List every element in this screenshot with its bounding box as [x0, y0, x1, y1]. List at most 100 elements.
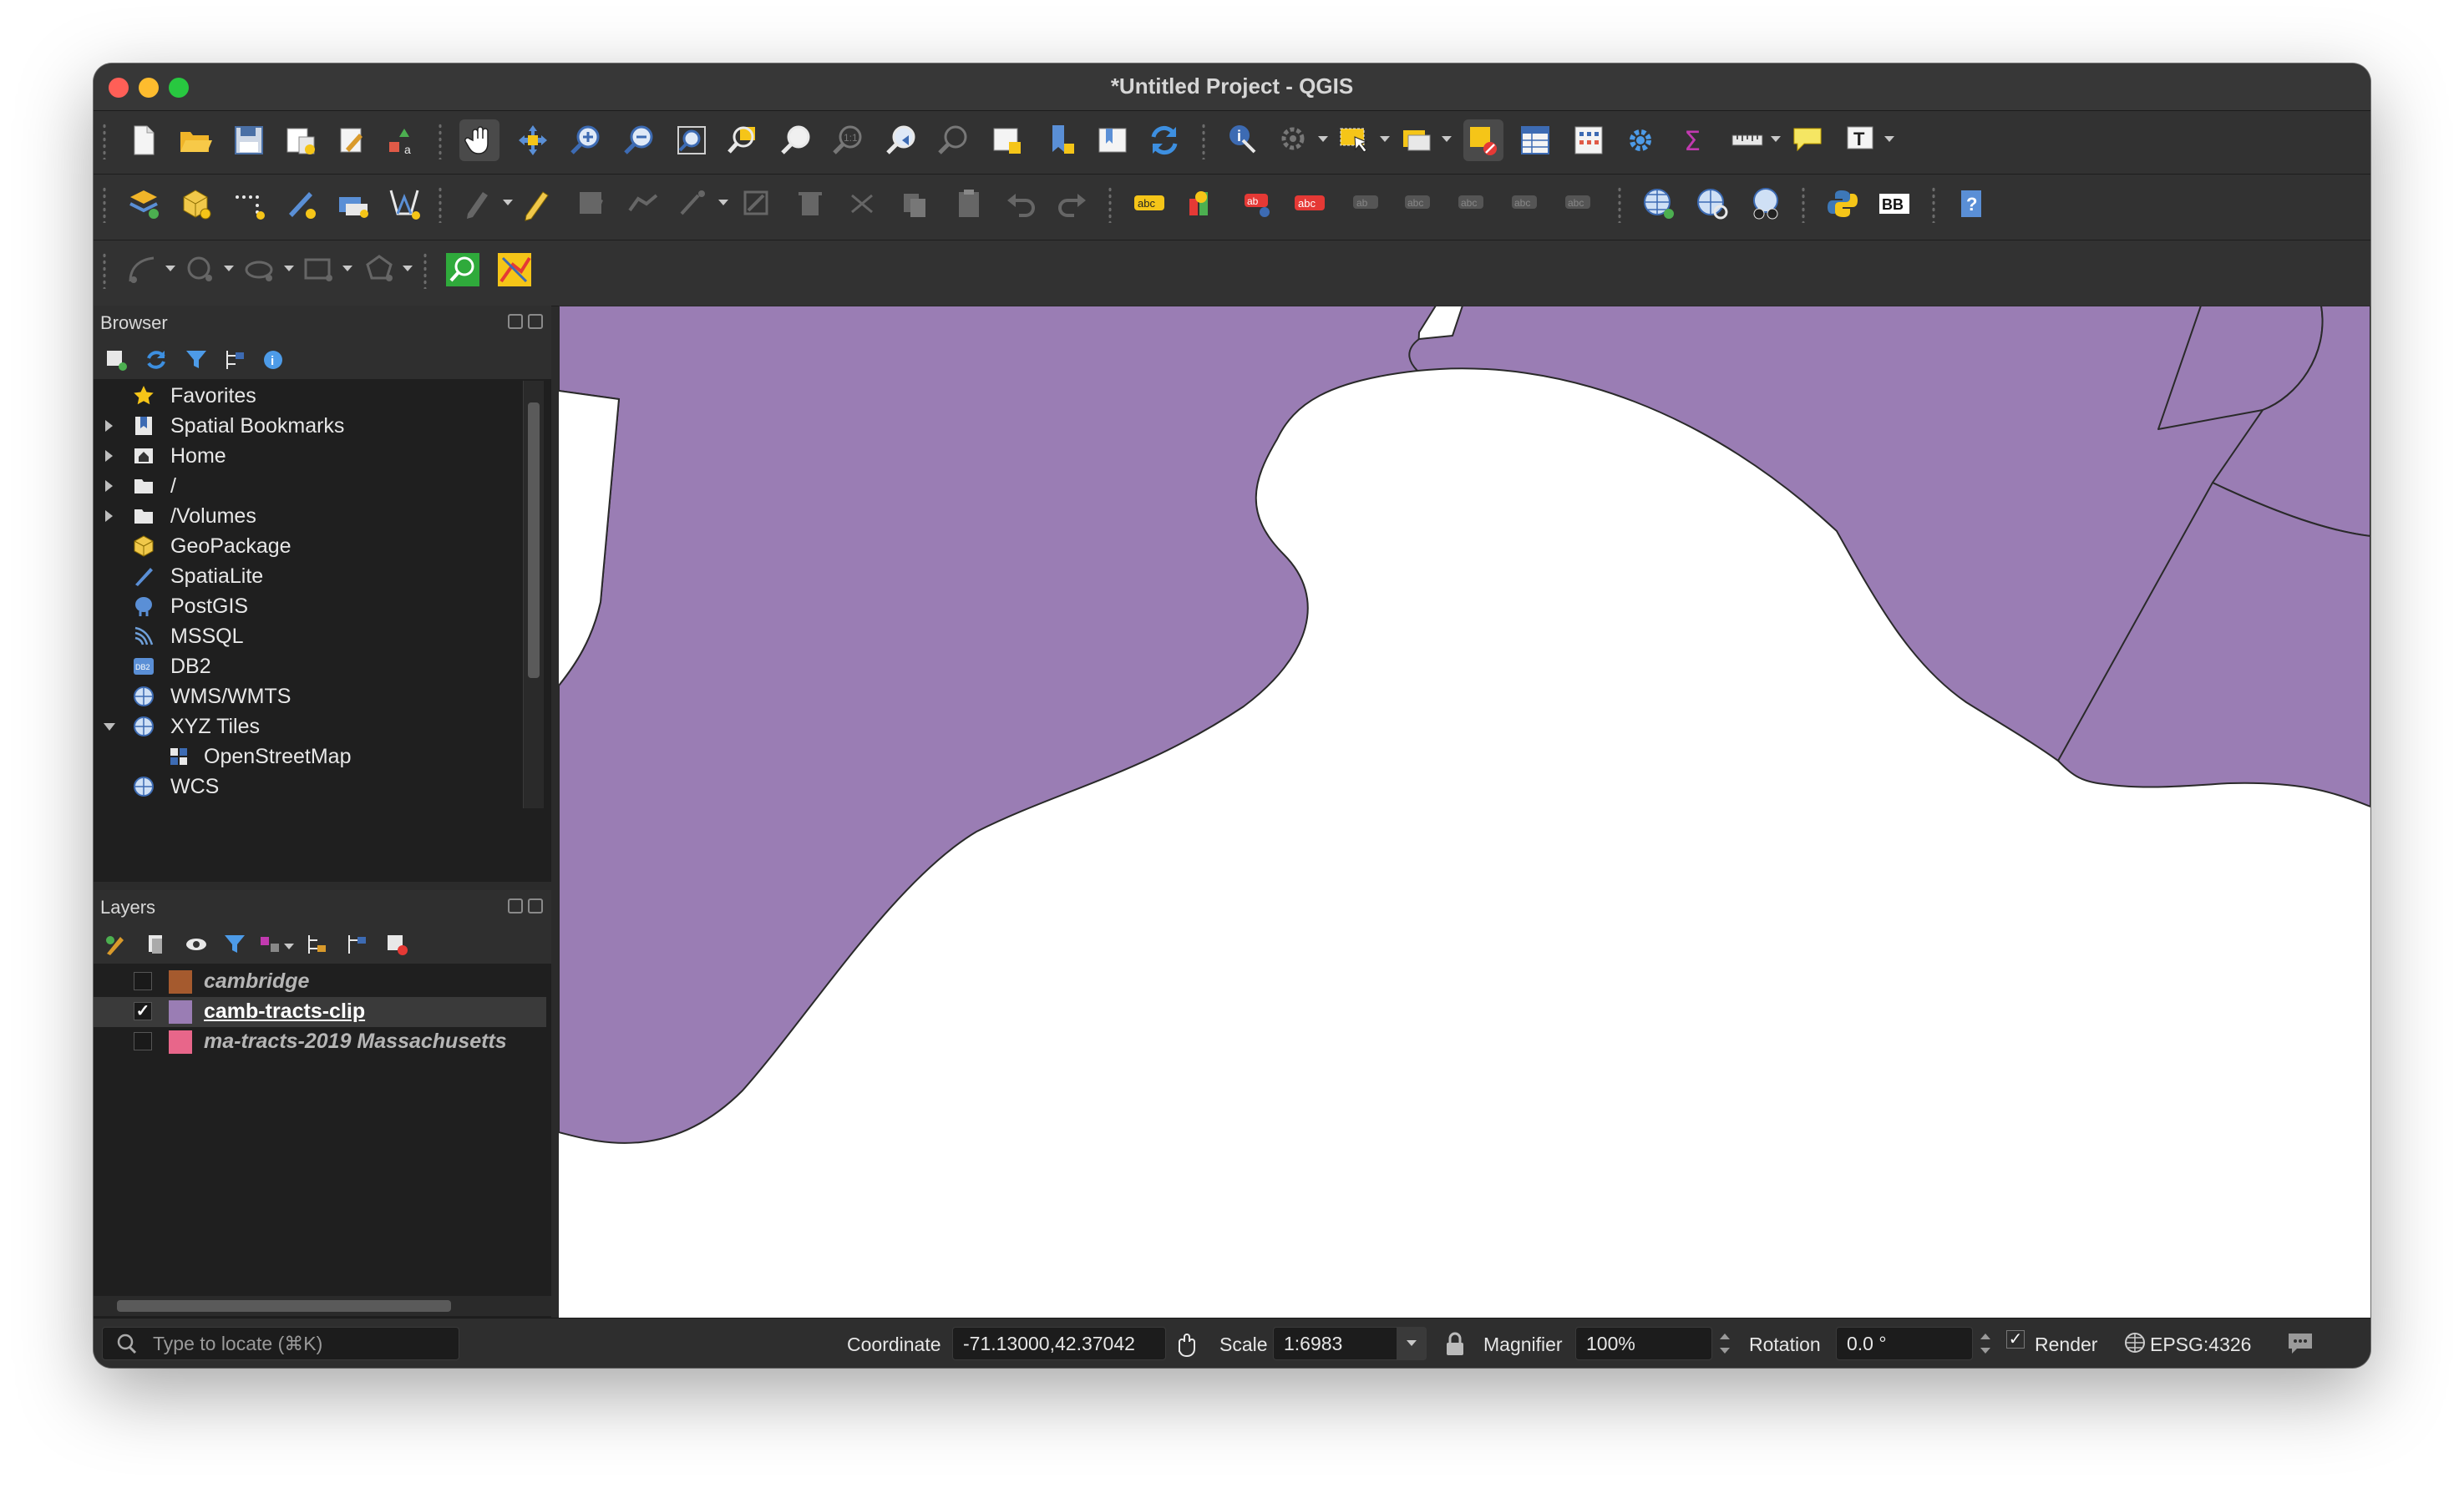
add-wfs-layer-icon[interactable] [1746, 183, 1786, 225]
run-feature-action-icon[interactable] [1275, 119, 1315, 161]
bb-plugin-icon[interactable]: BB [1874, 183, 1914, 225]
toggle-extents-icon[interactable] [1173, 1330, 1201, 1364]
layer-diagram-icon[interactable] [1181, 183, 1221, 225]
processing-plugin-icon[interactable] [494, 249, 535, 291]
field-calculator-icon[interactable] [1569, 119, 1609, 161]
python-console-icon[interactable] [1823, 183, 1863, 225]
deselect-all-icon[interactable] [1463, 119, 1503, 161]
crs-button[interactable]: EPSG:4326 [2150, 1334, 2251, 1356]
collapse-all-icon[interactable] [219, 344, 251, 376]
new-bookmark-icon[interactable] [1041, 119, 1081, 161]
locator-search-icon[interactable] [443, 249, 483, 291]
expand-arrow-icon[interactable] [105, 510, 113, 522]
add-wcs-layer-icon[interactable] [1692, 183, 1732, 225]
new-geopackage-layer-icon[interactable] [175, 183, 215, 225]
data-source-manager-icon[interactable] [124, 183, 164, 225]
rotation-spinner[interactable] [1978, 1329, 1993, 1359]
dropdown-arrow-icon[interactable] [1771, 136, 1781, 142]
dropdown-arrow-icon[interactable] [1442, 136, 1452, 142]
lock-scale-icon[interactable] [1443, 1330, 1467, 1364]
close-panel-icon[interactable] [528, 314, 543, 329]
zoom-full-icon[interactable] [672, 119, 712, 161]
new-map-view-icon[interactable] [987, 119, 1027, 161]
highlight-pinned-labels-icon[interactable]: ab [1238, 183, 1278, 225]
zoom-to-layer-icon[interactable] [777, 119, 817, 161]
dropdown-arrow-icon[interactable] [284, 944, 294, 949]
collapse-arrow-icon[interactable] [104, 722, 115, 731]
expand-arrow-icon[interactable] [105, 420, 113, 432]
browser-item-spatial-bookmarks[interactable]: Spatial Bookmarks [94, 411, 521, 441]
browser-item-volumes[interactable]: /Volumes [94, 501, 521, 531]
undo-icon[interactable] [1001, 183, 1041, 225]
save-project-icon[interactable] [229, 119, 269, 161]
cut-features-icon[interactable] [842, 183, 882, 225]
digitize-curve-icon[interactable] [122, 249, 162, 291]
select-features-icon[interactable] [1335, 119, 1375, 161]
new-mesh-layer-icon[interactable] [384, 183, 424, 225]
close-panel-icon[interactable] [528, 898, 543, 914]
show-hide-labels-icon[interactable]: ab [1346, 183, 1387, 225]
new-virtual-layer-icon[interactable] [332, 183, 373, 225]
zoom-last-icon[interactable] [882, 119, 922, 161]
change-label-icon[interactable]: abc [1505, 183, 1545, 225]
map-polygons[interactable] [559, 306, 2370, 1318]
browser-item-db2[interactable]: DB2 DB2 [94, 651, 521, 681]
browser-scrollbar[interactable] [523, 381, 544, 808]
measure-ruler-icon[interactable] [1727, 119, 1767, 161]
digitize-polygon-icon[interactable] [359, 249, 399, 291]
browser-item-wcs[interactable]: WCS [94, 772, 521, 802]
refresh-browser-icon[interactable] [140, 344, 172, 376]
save-edits-icon[interactable] [571, 183, 611, 225]
digitize-ellipse-icon[interactable] [241, 249, 281, 291]
current-edits-icon[interactable] [459, 183, 499, 225]
show-bookmarks-icon[interactable] [1093, 119, 1133, 161]
browser-item-spatialite[interactable]: SpatiaLite [94, 561, 521, 591]
layer-visibility-checkbox[interactable]: ✓ [134, 1002, 152, 1020]
browser-item-favorites[interactable]: Favorites [94, 381, 521, 411]
layer-labeling-icon[interactable]: abc [1129, 183, 1169, 225]
zoom-out-icon[interactable] [620, 119, 660, 161]
layer-row-ma-tracts-2019[interactable]: ma-tracts-2019 Massachusetts [94, 1027, 546, 1057]
toolbar-grip[interactable] [1931, 186, 1936, 223]
manage-visibility-icon[interactable] [180, 929, 212, 960]
toolbar-grip[interactable] [438, 186, 443, 223]
layers-horizontal-scrollbar[interactable] [94, 1296, 551, 1316]
open-layer-styling-icon[interactable] [100, 929, 132, 960]
pan-map-icon[interactable] [459, 119, 499, 161]
browser-item-root[interactable]: / [94, 471, 521, 501]
rotation-field[interactable]: 0.0 ° [1836, 1327, 1973, 1360]
expand-arrow-icon[interactable] [105, 480, 113, 492]
filter-by-expression-icon[interactable] [254, 929, 286, 960]
map-canvas[interactable] [559, 306, 2370, 1318]
browser-item-postgis[interactable]: PostGIS [94, 591, 521, 621]
dropdown-arrow-icon[interactable] [342, 266, 352, 271]
scrollbar-thumb[interactable] [528, 402, 540, 678]
add-group-icon[interactable] [140, 929, 172, 960]
layer-row-cambridge[interactable]: cambridge [94, 967, 546, 997]
toolbar-grip[interactable] [1108, 186, 1113, 223]
help-icon[interactable]: ? [1951, 183, 1991, 225]
toolbar-grip[interactable] [423, 252, 428, 289]
dropdown-arrow-icon[interactable] [503, 200, 513, 205]
delete-selected-icon[interactable] [790, 183, 830, 225]
locator-search-input[interactable]: Type to locate (⌘K) [102, 1327, 459, 1360]
pan-to-selection-icon[interactable] [513, 119, 553, 161]
vertex-tool-icon[interactable] [737, 183, 777, 225]
dropdown-arrow-icon[interactable] [224, 266, 234, 271]
filter-legend-icon[interactable] [219, 929, 251, 960]
coordinate-field[interactable]: -71.13000,42.37042 [952, 1327, 1166, 1360]
dropdown-arrow-icon[interactable] [1380, 136, 1390, 142]
dropdown-arrow-icon[interactable] [284, 266, 294, 271]
toolbar-grip[interactable] [102, 252, 107, 289]
style-manager-icon[interactable]: a [383, 119, 423, 161]
statistics-sigma-icon[interactable]: Σ [1674, 119, 1714, 161]
toolbar-grip[interactable] [102, 123, 107, 159]
map-tips-icon[interactable] [1787, 119, 1828, 161]
toolbar-grip[interactable] [1617, 186, 1622, 223]
zoom-next-icon[interactable] [934, 119, 974, 161]
browser-item-mssql[interactable]: MSSQL [94, 621, 521, 651]
new-project-icon[interactable] [124, 119, 164, 161]
toolbar-grip[interactable] [102, 186, 107, 223]
toolbox-gear-icon[interactable] [1620, 119, 1660, 161]
paste-features-icon[interactable] [949, 183, 989, 225]
